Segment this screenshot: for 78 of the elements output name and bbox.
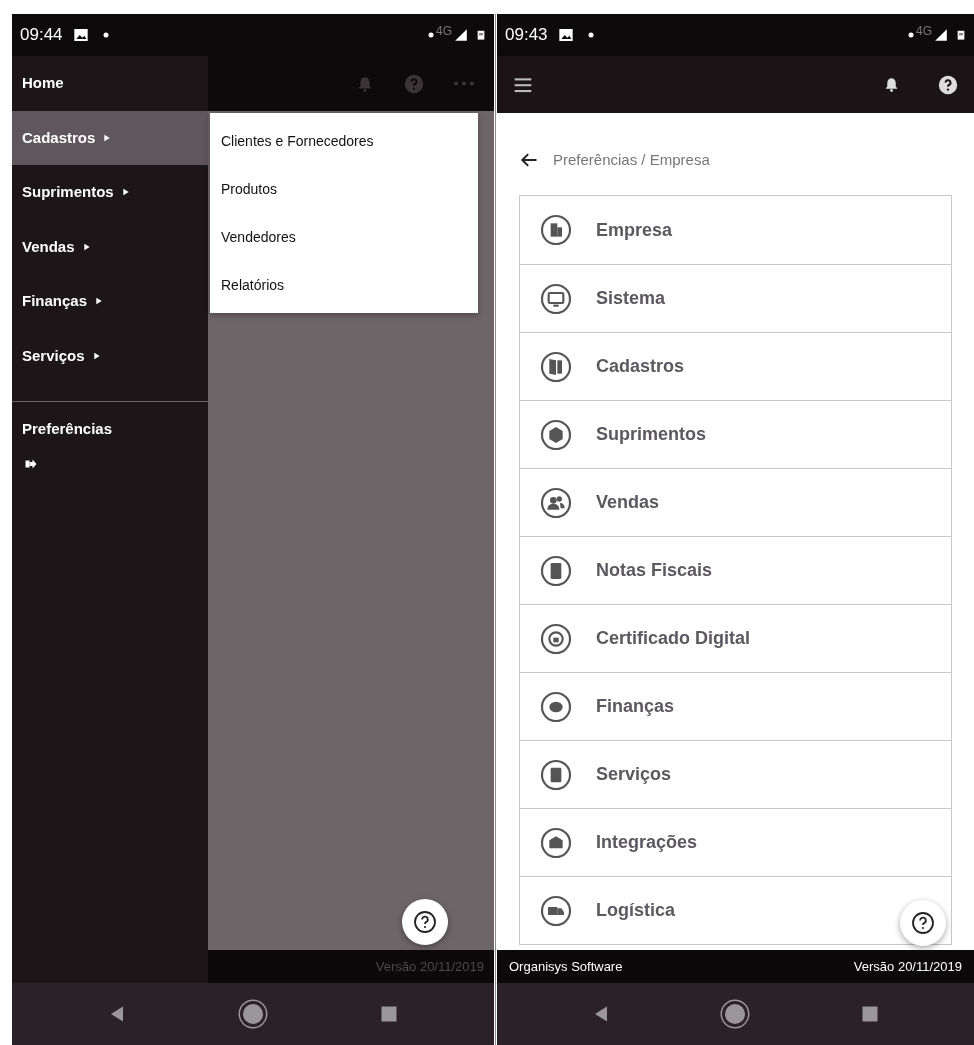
list-item[interactable]: Notas Fiscais: [520, 536, 951, 604]
version-text: Versão 20/11/2019: [853, 957, 962, 976]
help-icon[interactable]: [938, 74, 958, 95]
list-item[interactable]: Certificado Digital: [520, 604, 951, 672]
circle-icon: [540, 214, 572, 246]
circle-icon: [540, 282, 572, 315]
list-item[interactable]: Serviços: [520, 740, 951, 808]
list-item[interactable]: Finanças: [520, 672, 951, 740]
list-item[interactable]: Cadastros: [520, 332, 951, 400]
signal-icon: [934, 28, 948, 42]
notification-dot-icon: [908, 32, 914, 38]
recents-icon[interactable]: [380, 1005, 398, 1023]
list-item-label: Sistema: [596, 287, 666, 310]
company-text: Organisys Software: [509, 957, 623, 976]
list-item-label: Vendas: [596, 491, 660, 514]
drawer-item-label: Finanças: [22, 291, 88, 311]
logout-icon[interactable]: [24, 458, 37, 470]
notification-dot-icon: [587, 32, 594, 38]
circle-icon: [540, 486, 572, 519]
list-item-label: Finanças: [596, 695, 675, 718]
recents-icon[interactable]: [860, 1005, 879, 1023]
drawer-item[interactable]: Preferências: [22, 417, 113, 441]
help-icon: [404, 73, 424, 94]
drawer-item-label: Suprimentos: [22, 182, 114, 202]
help-icon: [911, 911, 935, 935]
help-icon: [413, 910, 437, 934]
image-icon: [72, 27, 89, 43]
drawer-item-label: Cadastros: [22, 127, 96, 148]
bell-icon[interactable]: [883, 76, 900, 93]
notification-dot-icon: [428, 32, 434, 38]
drawer-item[interactable]: Home: [12, 56, 208, 111]
home-icon[interactable]: [720, 999, 751, 1029]
menu-item[interactable]: Produtos: [210, 165, 478, 213]
circle-icon: [540, 758, 572, 791]
list-item-label: Notas Fiscais: [596, 559, 713, 582]
list-item-label: Serviços: [596, 763, 672, 786]
drawer-item[interactable]: Vendas: [12, 219, 208, 274]
drawer-item[interactable]: Cadastros: [12, 110, 208, 165]
help-button[interactable]: [900, 900, 946, 946]
version-text: Versão 20/11/2019: [375, 957, 484, 976]
notification-dot-icon: [102, 32, 109, 38]
more-icon: [454, 81, 474, 86]
home-icon[interactable]: [238, 999, 268, 1029]
drawer-item[interactable]: Suprimentos: [12, 165, 208, 220]
circle-icon: [540, 826, 572, 859]
menu-item[interactable]: Vendedores: [210, 213, 478, 261]
list-item-label: Cadastros: [596, 355, 685, 378]
network-type-text: 4G: [436, 23, 452, 40]
list-item[interactable]: Suprimentos: [520, 400, 951, 468]
list-item-label: Integrações: [596, 831, 698, 854]
list-item-label: Logística: [596, 899, 675, 922]
circle-icon: [540, 622, 572, 655]
circle-icon: [540, 418, 572, 451]
signal-icon: [454, 28, 468, 42]
bell-icon: [356, 74, 374, 93]
breadcrumb-text: Preferências / Empresa: [553, 149, 710, 170]
list-item-label: Certificado Digital: [596, 627, 751, 650]
drawer-item[interactable]: Finanças: [12, 274, 208, 329]
drawer-item-label: Vendas: [22, 236, 75, 257]
list-item-label: Suprimentos: [596, 423, 706, 446]
list-item[interactable]: Integrações: [520, 808, 951, 876]
drawer-item-label: Serviços: [22, 345, 85, 366]
circle-icon: [540, 350, 572, 383]
clock-text: 09:44: [20, 24, 63, 47]
menu-item[interactable]: Clientes e Fornecedores: [210, 117, 478, 165]
circle-icon: [540, 554, 572, 587]
list-item[interactable]: Empresa: [520, 196, 951, 264]
list-item[interactable]: Sistema: [520, 264, 951, 332]
image-icon: [557, 27, 574, 43]
circle-icon: [540, 690, 572, 723]
drawer-item[interactable]: Serviços: [12, 328, 208, 383]
list-item-label: Empresa: [596, 218, 673, 242]
clock-text: 09:43: [505, 24, 548, 47]
network-type-text: 4G: [916, 23, 932, 40]
list-item[interactable]: Vendas: [520, 468, 951, 536]
menu-item[interactable]: Relatórios: [210, 261, 478, 309]
circle-icon: [540, 894, 572, 927]
drawer-item-label: Home: [22, 73, 64, 93]
